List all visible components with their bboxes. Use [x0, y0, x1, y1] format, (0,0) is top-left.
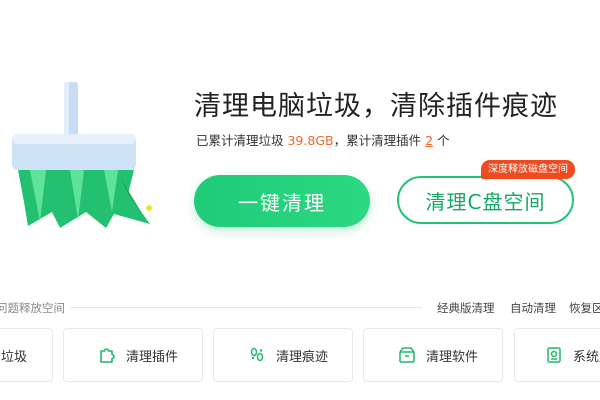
footprint-icon: [246, 344, 268, 366]
plugin-count-link[interactable]: 2: [425, 133, 433, 148]
tool-card-trash[interactable]: 垃圾: [0, 328, 53, 382]
clean-c-drive-button[interactable]: 清理C盘空间: [397, 176, 574, 224]
page-title: 清理电脑垃圾，清除插件痕迹: [194, 91, 558, 122]
tool-card-traces[interactable]: 清理痕迹: [213, 328, 353, 382]
tool-card-system-disk[interactable]: 系统盘: [514, 328, 600, 382]
stats-prefix: 已累计清理垃圾: [196, 133, 288, 148]
broom-illustration: [12, 82, 152, 228]
junk-size-value: 39.8GB: [287, 133, 334, 148]
section-label: 问题释放空间: [0, 301, 65, 315]
tool-card-plugins[interactable]: 清理插件: [63, 328, 203, 382]
section-divider: [70, 307, 422, 308]
tool-card-label: 清理软件: [426, 349, 479, 365]
package-icon: [396, 344, 418, 366]
stats-middle: ，累计清理插件: [333, 133, 426, 148]
classic-clean-link[interactable]: 经典版清理: [437, 300, 495, 316]
stats-suffix: 个: [433, 133, 450, 148]
disk-icon: [543, 344, 565, 366]
tool-card-label: 清理痕迹: [276, 349, 329, 365]
tool-card-label: 清理插件: [126, 349, 179, 365]
tool-card-label: 系统盘: [573, 349, 600, 365]
deep-release-badge: 深度释放磁盘空间: [481, 160, 575, 179]
cleanup-stats: 已累计清理垃圾 39.8GB，累计清理插件 2 个: [196, 130, 450, 149]
recovery-area-link[interactable]: 恢复区: [569, 300, 600, 316]
tool-card-software[interactable]: 清理软件: [363, 328, 503, 382]
puzzle-icon: [96, 344, 118, 366]
one-click-clean-button[interactable]: 一键清理: [194, 175, 370, 227]
tool-card-label: 垃圾: [1, 349, 28, 365]
auto-clean-link[interactable]: 自动清理: [510, 300, 556, 316]
